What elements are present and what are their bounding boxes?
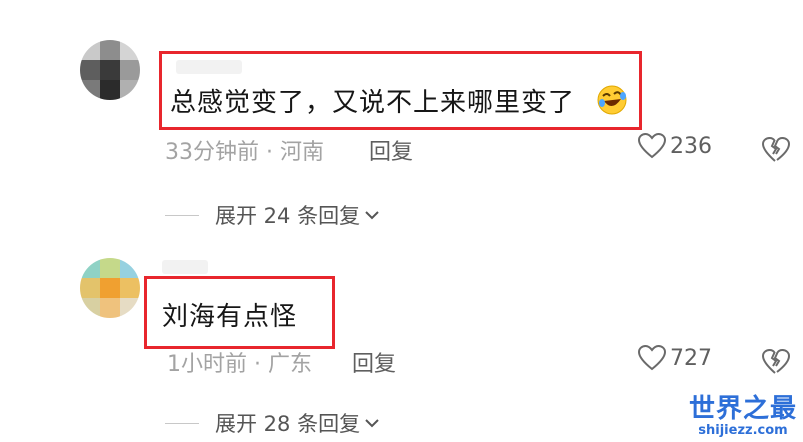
avatar[interactable] [80,40,140,100]
rolling-on-floor-laughing-emoji [597,85,627,115]
comment-text: 刘海有点怪 [162,302,298,332]
comment-item-2: 刘海有点怪 1小时前 · 广东 回复 727 展开 28 条回复 [0,240,803,442]
expand-replies-button[interactable]: 展开 24 条回复 [165,200,380,230]
comment-text: 总感觉变了，又说不上来哪里变了 [170,88,576,118]
expand-replies-button[interactable]: 展开 28 条回复 [165,408,380,438]
watermark-url: shijiezz.com [698,423,788,438]
comment-time-location: 1小时前 · 广东 [167,352,312,377]
expand-replies-label: 展开 24 条回复 [215,204,361,228]
username-blurred[interactable] [162,260,208,274]
broken-heart-icon[interactable] [762,137,790,163]
chevron-down-icon [365,211,379,220]
avatar[interactable] [80,258,140,318]
like-count: 727 [670,345,712,371]
divider-line [165,422,199,424]
chevron-down-icon [365,419,379,428]
reply-button[interactable]: 回复 [352,346,396,378]
divider-line [165,214,199,216]
comment-item-1: 总感觉变了，又说不上来哪里变了 33分钟前 · 河南 回复 236 展开 24 … [0,0,803,240]
reply-button[interactable]: 回复 [369,134,413,166]
heart-icon [638,345,666,371]
like-button[interactable]: 236 [638,133,712,159]
like-count: 236 [670,133,712,159]
broken-heart-icon[interactable] [762,349,790,375]
heart-icon [638,133,666,159]
site-watermark: 世界之最 shijiezz.com [689,388,797,438]
watermark-title: 世界之最 [688,394,797,424]
like-button[interactable]: 727 [638,345,712,371]
expand-replies-label: 展开 28 条回复 [215,412,361,436]
comment-time-location: 33分钟前 · 河南 [165,140,324,165]
